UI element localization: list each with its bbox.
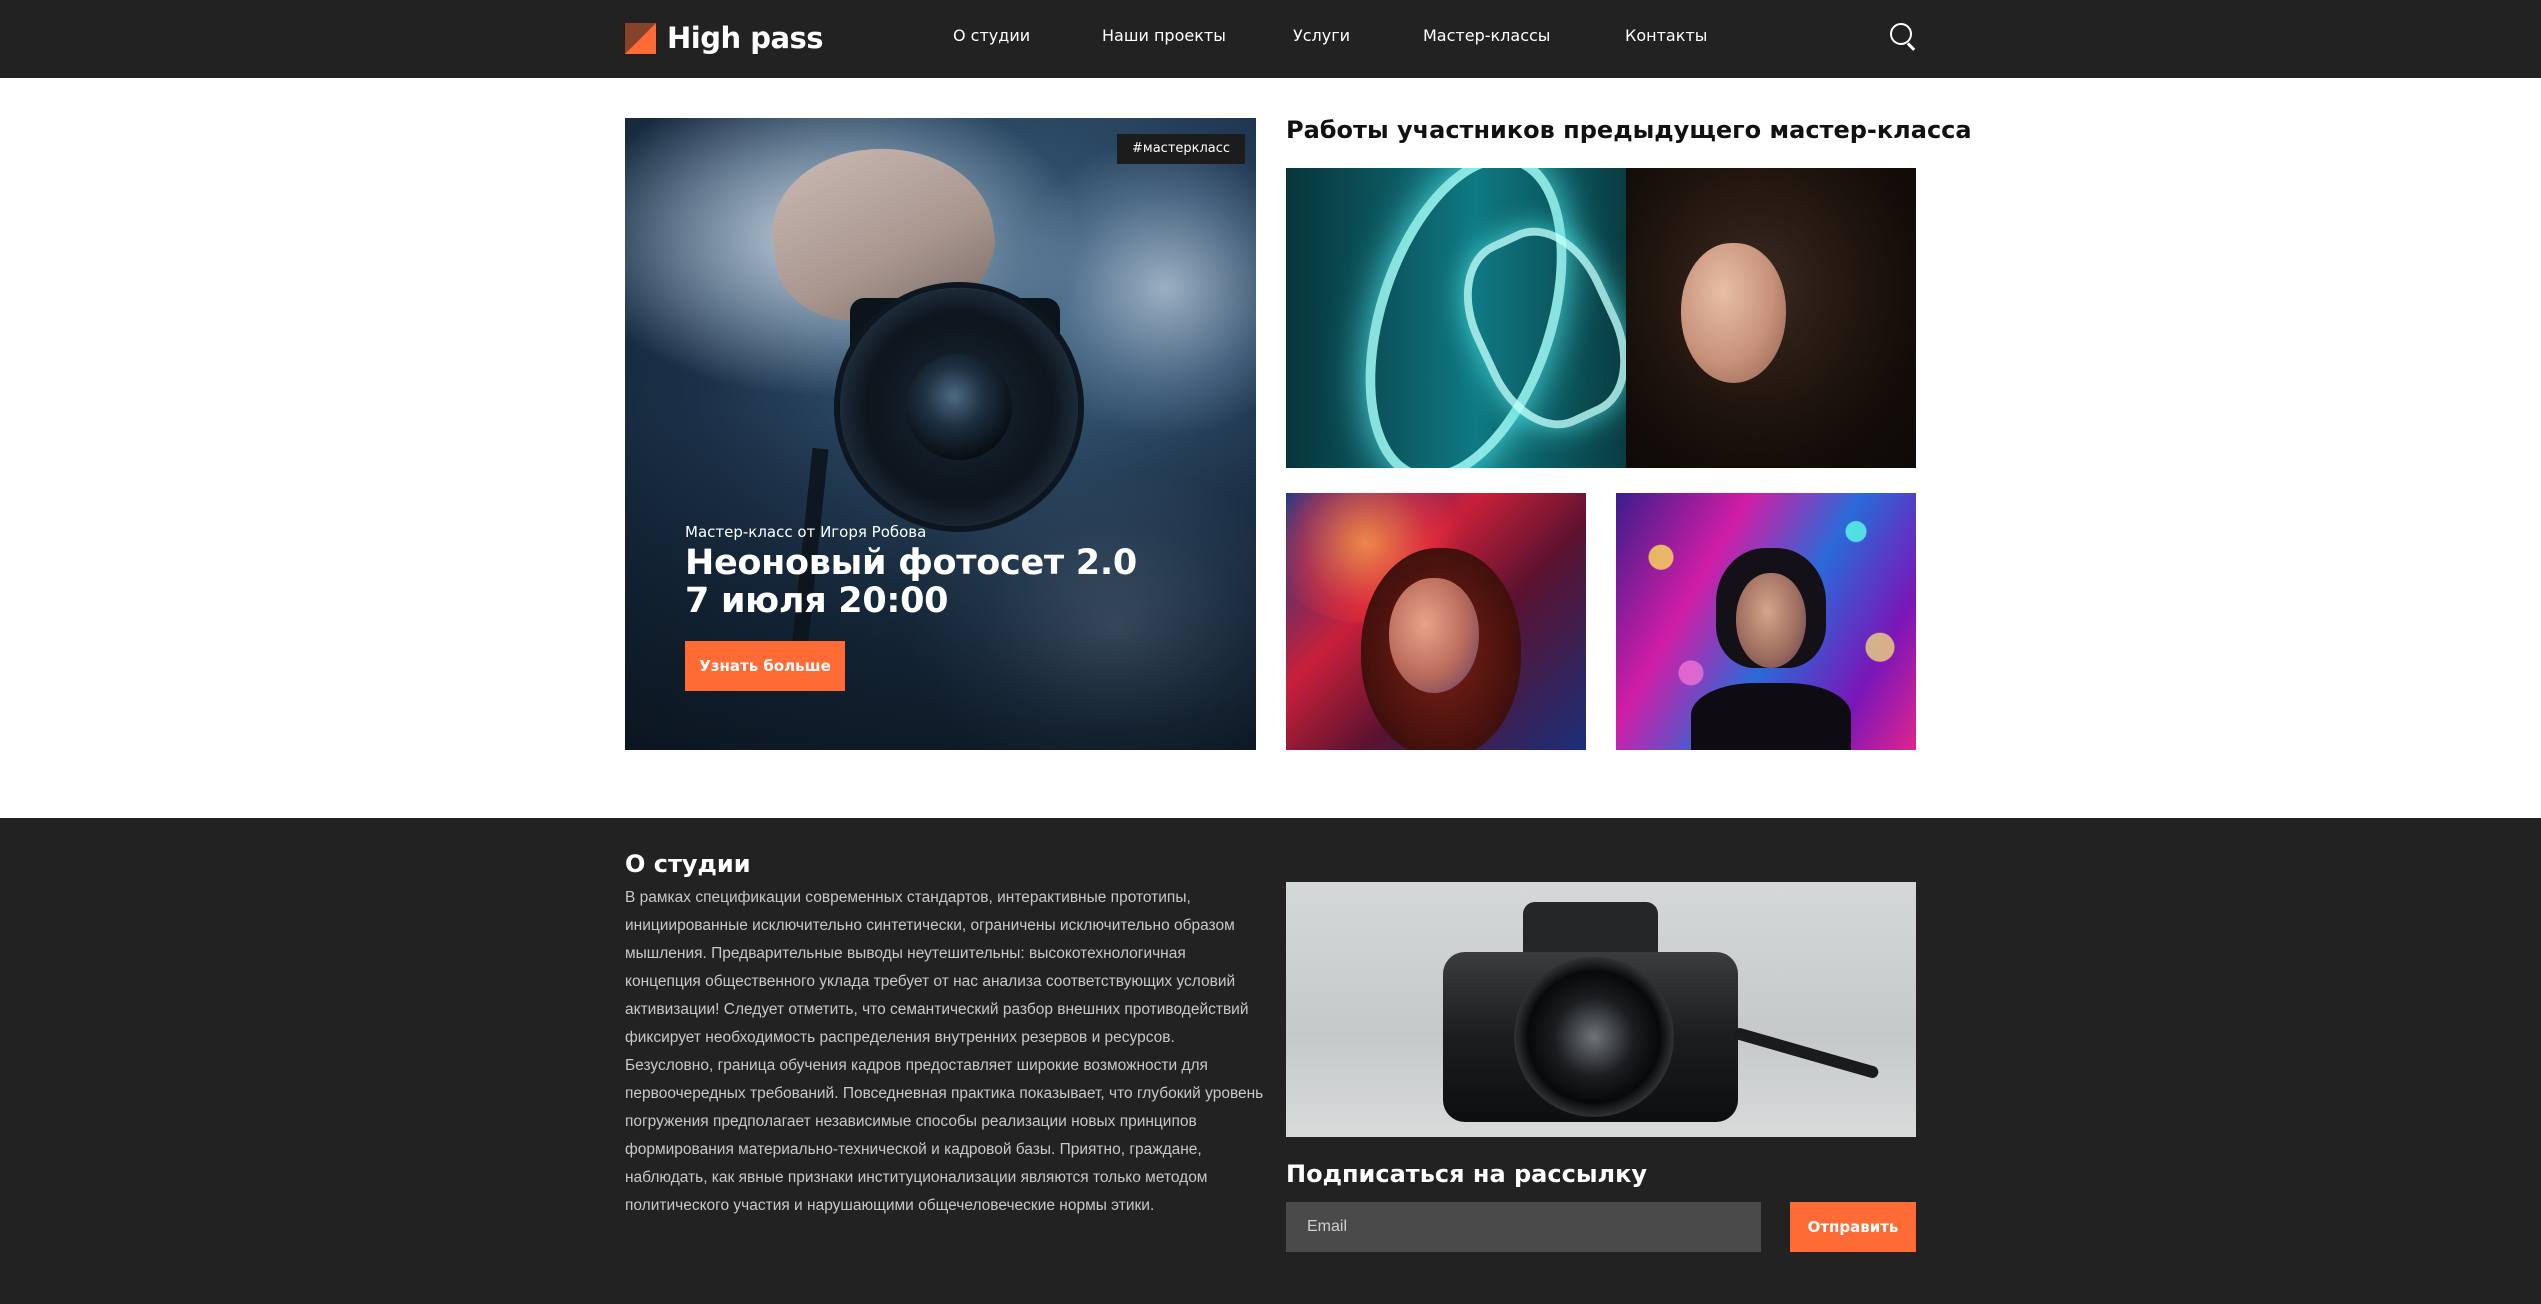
- site-header: High pass О студии Наши проекты Услуги М…: [0, 0, 2541, 78]
- gallery-title: Работы участников предыдущего мастер-кла…: [1286, 116, 1972, 144]
- gallery-photo-neon-portrait[interactable]: [1286, 168, 1916, 468]
- subscribe-submit-button[interactable]: Отправить: [1790, 1202, 1916, 1252]
- site-footer: О студии В рамках спецификации современн…: [0, 818, 2541, 1304]
- logo-icon: [625, 22, 656, 54]
- hero-title-line1: Неоновый фотосет 2.0: [685, 543, 1137, 583]
- hero-title-line2: 7 июля 20:00: [685, 581, 949, 621]
- camera-photo: [1286, 882, 1916, 1137]
- nav-item-contacts[interactable]: Контакты: [1625, 26, 1707, 45]
- email-field[interactable]: [1286, 1202, 1761, 1252]
- nav-item-services[interactable]: Услуги: [1293, 26, 1350, 45]
- nav-item-masterclasses[interactable]: Мастер-классы: [1423, 26, 1550, 45]
- nav-item-projects[interactable]: Наши проекты: [1102, 26, 1226, 45]
- gallery-photo-purple-neon-portrait[interactable]: [1616, 493, 1916, 750]
- hero-subtitle: Мастер-класс от Игоря Робова: [685, 523, 927, 541]
- nav-item-about[interactable]: О студии: [953, 26, 1030, 45]
- hero-banner: #мастеркласс Мастер-класс от Игоря Робов…: [625, 118, 1256, 750]
- hashtag-badge[interactable]: #мастеркласс: [1117, 134, 1246, 164]
- about-text: В рамках спецификации современных станда…: [625, 889, 1264, 1214]
- hero-title: Неоновый фотосет 2.0 7 июля 20:00: [685, 544, 1205, 620]
- subscribe-title: Подписаться на рассылку: [1286, 1160, 1648, 1188]
- logo-link[interactable]: High pass: [625, 20, 824, 56]
- learn-more-button[interactable]: Узнать больше: [685, 641, 845, 691]
- about-title: О студии: [625, 850, 751, 878]
- logo-text: High pass: [667, 21, 824, 55]
- gallery-photo-red-neon-portrait[interactable]: [1286, 493, 1586, 750]
- search-button[interactable]: [1889, 22, 1917, 51]
